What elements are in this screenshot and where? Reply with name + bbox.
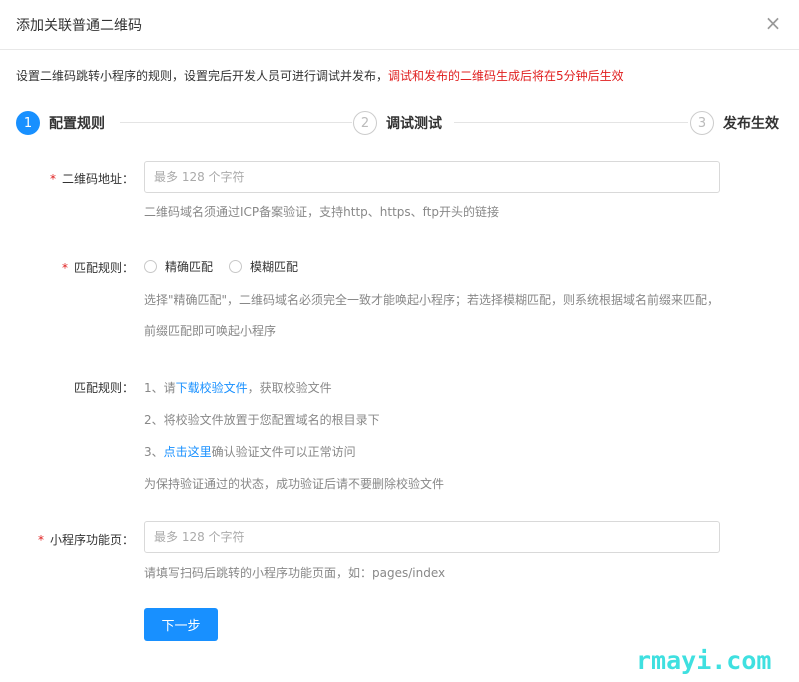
verify-step-2: 2、将校验文件放置于您配置域名的根目录下 (144, 413, 380, 427)
radio-circle-icon[interactable] (229, 259, 243, 273)
mini-page-label: * 小程序功能页： (38, 531, 134, 548)
match-rule-radio-group: 精确匹配 模糊匹配 (144, 257, 314, 275)
verify-step-3-prefix: 3、 (144, 445, 164, 459)
verify-rule-label: 匹配规则： (73, 381, 134, 395)
mini-page-input[interactable] (144, 521, 720, 553)
radio-fuzzy-match[interactable]: 模糊匹配 (229, 258, 298, 275)
verify-note: 为保持验证通过的状态，成功验证后请不要删除校验文件 (144, 477, 445, 491)
step-2-number: 2 (353, 111, 377, 135)
required-mark: * (49, 172, 56, 186)
step-3-number: 3 (690, 111, 714, 135)
stepper: 1 配置规则 2 调试测试 3 发布生效 (16, 110, 786, 136)
step-connector-2 (454, 122, 688, 123)
step-3-label: 发布生效 (723, 116, 779, 132)
step-1: 1 配置规则 (16, 110, 105, 136)
required-mark: * (37, 533, 44, 547)
notice-warning: 调试和发布的二维码生成后将在5分钟后生效 (388, 69, 624, 83)
match-rule-hint-2: 前缀匹配即可唤起小程序 (144, 324, 277, 338)
required-mark: * (61, 261, 68, 275)
watermark: rmayi.com (636, 646, 772, 675)
dialog-title: 添加关联普通二维码 (16, 18, 142, 34)
verify-step-1-suffix: ，获取校验文件 (247, 381, 332, 395)
step-1-label: 配置规则 (49, 116, 105, 132)
notice-main: 设置二维码跳转小程序的规则，设置完后开发人员可进行调试并发布， (16, 69, 389, 83)
close-icon[interactable]: × (763, 11, 783, 35)
verify-step-3-suffix: 确认验证文件可以正常访问 (211, 445, 356, 459)
download-verify-file-link[interactable]: 下载校验文件 (176, 381, 248, 395)
step-connector-1 (120, 122, 352, 123)
qr-address-label: * 二维码地址： (50, 170, 134, 187)
radio-fuzzy-label[interactable]: 模糊匹配 (250, 258, 298, 275)
step-2-label: 调试测试 (386, 116, 442, 132)
verify-step-3: 3、点击这里确认验证文件可以正常访问 (144, 443, 356, 460)
radio-circle-icon[interactable] (144, 259, 157, 273)
match-rule-label-text: 匹配规则： (73, 261, 134, 275)
radio-exact-label[interactable]: 精确匹配 (165, 258, 213, 275)
click-here-link[interactable]: 点击这里 (164, 445, 212, 459)
next-step-button[interactable]: 下一步 (144, 608, 218, 641)
qr-address-input[interactable] (144, 161, 720, 193)
radio-exact-match[interactable]: 精确匹配 (144, 258, 213, 275)
add-qr-dialog: 添加关联普通二维码 × 设置二维码跳转小程序的规则，设置完后开发人员可进行调试并… (0, 0, 799, 682)
qr-address-hint: 二维码域名须通过ICP备案验证，支持http、https、ftp开头的链接 (144, 205, 500, 219)
match-rule-hint-1: 选择"精确匹配"，二维码域名必须完全一致才能唤起小程序；若选择模糊匹配，则系统根… (144, 293, 720, 307)
mini-page-hint: 请填写扫码后跳转的小程序功能页面，如：pages/index (144, 566, 446, 580)
step-1-number: 1 (16, 111, 40, 135)
match-rule-label: * 匹配规则： (62, 259, 134, 276)
step-3: 3 发布生效 (690, 110, 779, 136)
qr-address-label-text: 二维码地址： (61, 172, 134, 186)
step-2: 2 调试测试 (353, 110, 442, 136)
verify-step-1-prefix: 1、请 (144, 381, 176, 395)
notice-text: 设置二维码跳转小程序的规则，设置完后开发人员可进行调试并发布，调试和发布的二维码… (16, 67, 624, 84)
dialog-header: 添加关联普通二维码 × (0, 0, 799, 50)
mini-page-label-text: 小程序功能页： (49, 533, 134, 547)
verify-step-1: 1、请下载校验文件，获取校验文件 (144, 379, 332, 396)
